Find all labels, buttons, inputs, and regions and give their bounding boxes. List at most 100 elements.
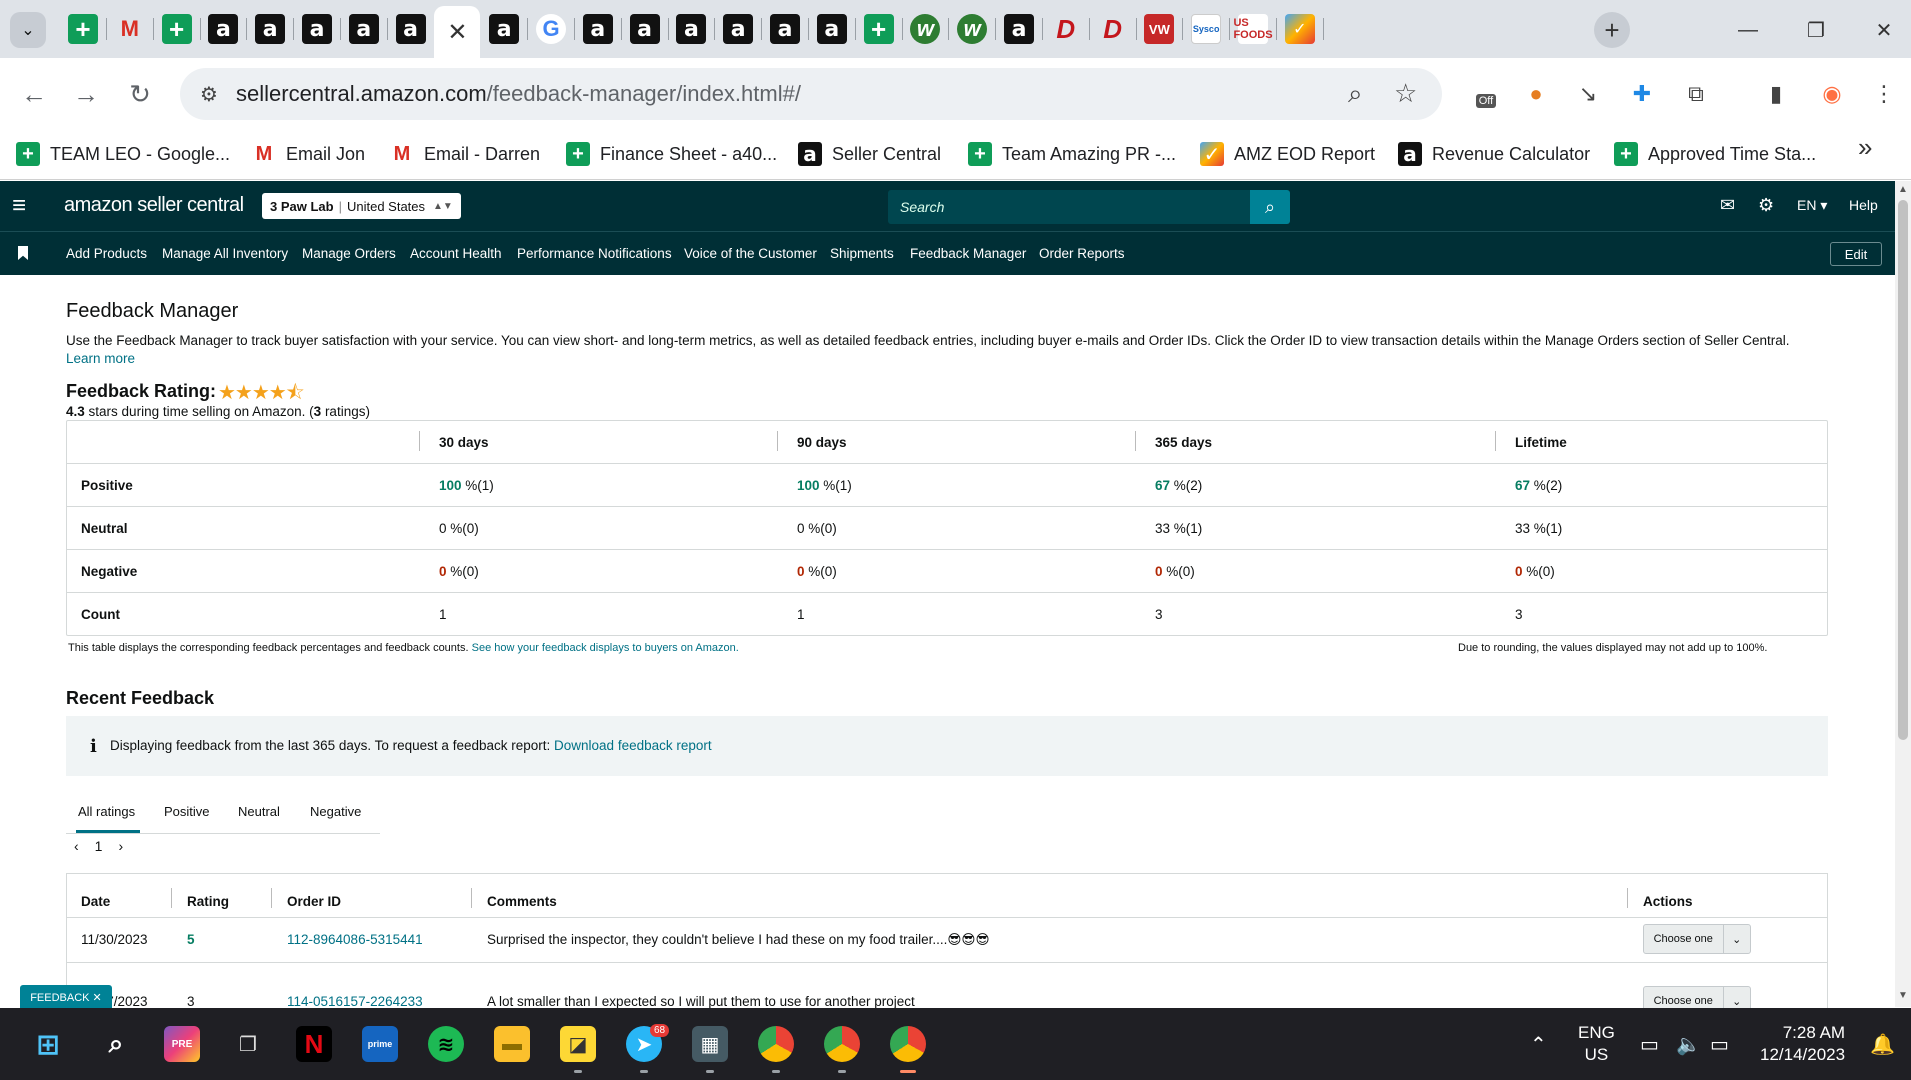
- close-window-button[interactable]: ✕: [1854, 10, 1911, 50]
- tab-positive[interactable]: Positive: [164, 804, 210, 819]
- chrome-active-icon[interactable]: [890, 1026, 926, 1062]
- tab-w-icon[interactable]: w: [957, 14, 988, 44]
- chevron-up-icon[interactable]: ⌃: [1530, 1032, 1547, 1057]
- tab-pinterest-icon[interactable]: D: [1051, 14, 1081, 44]
- scroll-up-icon[interactable]: ▲: [1898, 184, 1908, 195]
- site-info-icon[interactable]: ⚙: [200, 82, 218, 107]
- tab-amazon-icon[interactable]: a: [395, 14, 426, 44]
- notification-bell-icon[interactable]: 🔔: [1870, 1032, 1895, 1057]
- tab-amazon-icon[interactable]: a: [629, 14, 660, 44]
- tab-amazon-icon[interactable]: a: [676, 14, 707, 44]
- extensions-puzzle-icon[interactable]: ⧉: [1680, 78, 1712, 110]
- bookmark-item[interactable]: + TEAM LEO - Google...: [16, 138, 230, 170]
- language-indicator[interactable]: ENG US: [1578, 1022, 1615, 1066]
- back-button[interactable]: ←: [12, 72, 56, 116]
- bookmark-icon[interactable]: [18, 246, 28, 260]
- tab-neutral[interactable]: Neutral: [238, 804, 280, 819]
- address-bar[interactable]: ⚙ sellercentral.amazon.com/feedback-mana…: [180, 68, 1442, 120]
- tab-sysco-icon[interactable]: Sysco: [1191, 14, 1222, 44]
- order-id-link[interactable]: 112-8964086-5315441: [287, 932, 423, 947]
- extension-cross-icon[interactable]: ✚: [1626, 78, 1658, 110]
- nav-link-shipments[interactable]: Shipments: [830, 246, 894, 261]
- tab-amz-icon[interactable]: ✓: [1284, 14, 1315, 44]
- bookmark-item[interactable]: a Revenue Calculator: [1398, 138, 1590, 170]
- active-tab-close-icon[interactable]: ✕: [434, 6, 481, 58]
- tab-sheets-icon[interactable]: +: [863, 14, 894, 44]
- tab-amazon-icon[interactable]: a: [582, 14, 613, 44]
- tab-amazon-icon[interactable]: a: [208, 14, 239, 44]
- battery-icon[interactable]: ▭: [1710, 1032, 1729, 1057]
- sticky-notes-icon[interactable]: ◪: [560, 1026, 596, 1062]
- tab-amazon-icon[interactable]: a: [348, 14, 379, 44]
- tab-vw-icon[interactable]: VW: [1144, 14, 1175, 44]
- bookmark-item[interactable]: M Email - Darren: [390, 138, 540, 170]
- tab-amazon-icon[interactable]: a: [770, 14, 800, 44]
- file-explorer-icon[interactable]: ▬: [494, 1026, 530, 1062]
- order-id-link[interactable]: 114-0516157-2264233: [287, 994, 423, 1009]
- mail-icon[interactable]: ✉: [1720, 195, 1735, 216]
- bookmark-item[interactable]: + Team Amazing PR -...: [968, 138, 1176, 170]
- url-text[interactable]: sellercentral.amazon.com/feedback-manage…: [236, 81, 801, 107]
- tab-usfoods-icon[interactable]: US FOODS: [1233, 14, 1273, 44]
- learn-more-link[interactable]: Learn more: [66, 351, 135, 366]
- clock[interactable]: 7:28 AM 12/14/2023: [1760, 1022, 1845, 1066]
- minimize-button[interactable]: —: [1718, 10, 1778, 50]
- tab-w-icon[interactable]: w: [910, 14, 941, 44]
- prime-video-icon[interactable]: prime: [362, 1026, 398, 1062]
- tab-amazon-icon[interactable]: a: [1004, 14, 1034, 44]
- help-link[interactable]: Help: [1849, 197, 1878, 213]
- bookmark-item[interactable]: + Approved Time Sta...: [1614, 138, 1816, 170]
- task-view-icon[interactable]: ❐: [230, 1026, 266, 1062]
- nav-link-manage-orders[interactable]: Manage Orders: [302, 246, 396, 261]
- search-icon[interactable]: ⌕: [98, 1026, 134, 1062]
- zoom-icon[interactable]: ⌕: [1348, 78, 1363, 110]
- copilot-icon[interactable]: PRE: [164, 1026, 200, 1062]
- more-bookmarks-icon[interactable]: »: [1858, 132, 1872, 163]
- seller-central-logo[interactable]: amazon seller central: [64, 194, 244, 217]
- spotify-icon[interactable]: ≋: [428, 1026, 464, 1062]
- scroll-down-icon[interactable]: ▼: [1898, 990, 1908, 1001]
- new-tab-button[interactable]: +: [1594, 12, 1630, 48]
- chevron-right-icon[interactable]: ›: [118, 838, 123, 854]
- bookmark-item[interactable]: M Email Jon: [252, 138, 365, 170]
- tab-sheets-icon[interactable]: +: [68, 14, 98, 44]
- search-input[interactable]: Search: [888, 190, 1250, 224]
- bookmark-item[interactable]: a Seller Central: [798, 138, 941, 170]
- tab-amazon-icon[interactable]: a: [816, 14, 847, 44]
- tab-negative[interactable]: Negative: [310, 804, 361, 819]
- hamburger-menu-icon[interactable]: ≡: [12, 191, 36, 221]
- menu-dots-icon[interactable]: ⋮: [1868, 78, 1900, 110]
- edit-nav-button[interactable]: Edit: [1830, 242, 1882, 266]
- bookmark-item[interactable]: + Finance Sheet - a40...: [566, 138, 777, 170]
- windows-start-icon[interactable]: ⊞: [30, 1026, 66, 1062]
- tab-search-button[interactable]: ⌄: [10, 12, 46, 48]
- nav-link-performance-notifications[interactable]: Performance Notifications: [517, 246, 672, 261]
- bookmark-star-icon[interactable]: ☆: [1394, 78, 1417, 109]
- side-panel-icon[interactable]: ▮: [1760, 78, 1792, 110]
- search-button[interactable]: ⌕: [1250, 190, 1290, 224]
- nav-link-voice-of-the-customer[interactable]: Voice of the Customer: [684, 246, 817, 261]
- restore-button[interactable]: ❐: [1786, 10, 1846, 50]
- download-report-link[interactable]: Download feedback report: [554, 738, 712, 753]
- store-selector[interactable]: 3 Paw Lab | United States ▲▼: [262, 193, 461, 219]
- bookmark-item[interactable]: ✓ AMZ EOD Report: [1200, 138, 1375, 170]
- extension-circle-icon[interactable]: ●: [1520, 78, 1552, 110]
- extension-arrow-icon[interactable]: ↘: [1572, 78, 1604, 110]
- tab-gmail-icon[interactable]: M: [115, 14, 145, 44]
- nav-link-add-products[interactable]: Add Products: [66, 246, 147, 261]
- chrome-icon[interactable]: [758, 1026, 794, 1062]
- reload-button[interactable]: ↻: [118, 72, 162, 116]
- nav-link-order-reports[interactable]: Order Reports: [1039, 246, 1125, 261]
- network-icon[interactable]: ▭: [1640, 1032, 1659, 1057]
- page-number[interactable]: 1: [95, 838, 103, 854]
- volume-icon[interactable]: 🔈: [1676, 1032, 1701, 1057]
- tab-amazon-icon[interactable]: a: [723, 14, 754, 44]
- actions-dropdown[interactable]: Choose one ⌄: [1643, 924, 1751, 954]
- nav-link-feedback-manager[interactable]: Feedback Manager: [910, 246, 1026, 261]
- chrome-profile-icon[interactable]: [824, 1026, 860, 1062]
- nav-link-manage-all-inventory[interactable]: Manage All Inventory: [162, 246, 288, 261]
- tab-pinterest-icon[interactable]: D: [1098, 14, 1128, 44]
- calculator-icon[interactable]: ▦: [692, 1026, 728, 1062]
- language-selector[interactable]: EN ▾: [1797, 197, 1827, 214]
- tab-google-icon[interactable]: G: [536, 14, 566, 44]
